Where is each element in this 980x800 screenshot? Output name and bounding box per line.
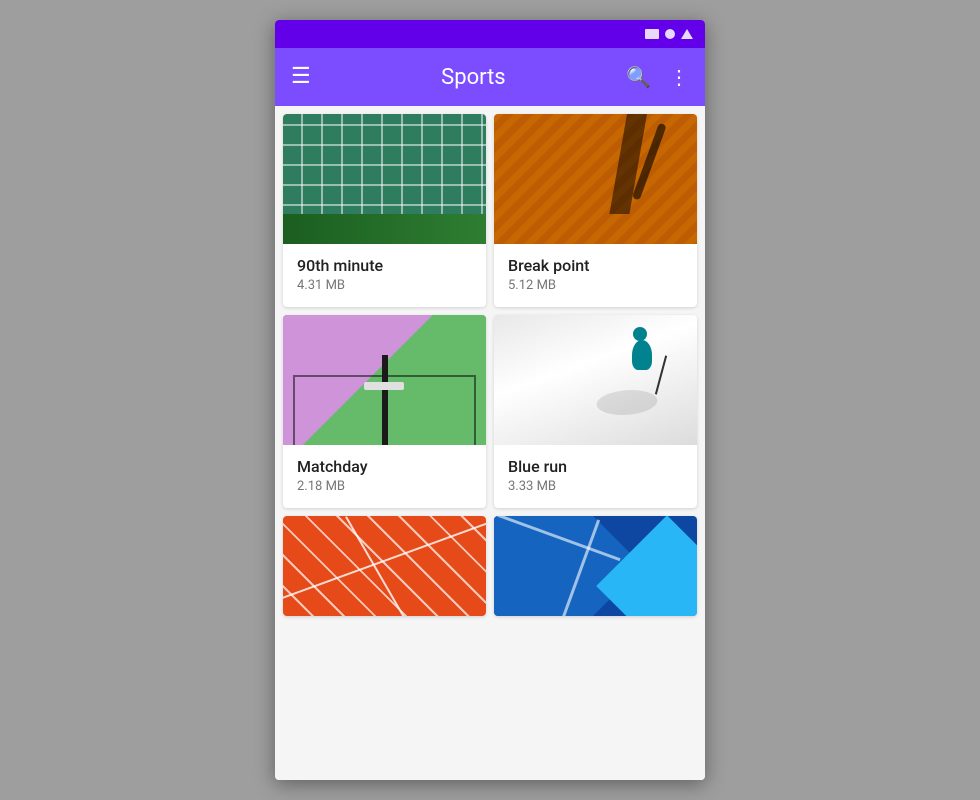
matchday-image (283, 315, 486, 445)
geo-image (494, 516, 697, 616)
wifi-icon (681, 29, 693, 39)
card-track-partial[interactable] (283, 516, 486, 616)
tennis-image (494, 114, 697, 244)
skiing-image (494, 315, 697, 445)
card-blue-run-body: Blue run 3.33 MB (494, 445, 697, 508)
menu-icon[interactable]: ☰ (291, 66, 311, 88)
card-break-point-title: Break point (508, 256, 683, 275)
cards-grid: 90th minute 4.31 MB Break point 5.12 MB (275, 106, 705, 624)
skier-head (633, 327, 647, 341)
card-90th-minute-image (283, 114, 486, 244)
card-matchday-size: 2.18 MB (297, 479, 472, 494)
track-lines (283, 516, 486, 616)
signal-icon (665, 29, 675, 39)
card-geo-partial[interactable] (494, 516, 697, 616)
card-break-point-size: 5.12 MB (508, 278, 683, 293)
card-blue-run[interactable]: Blue run 3.33 MB (494, 315, 697, 508)
skier-body (632, 340, 652, 370)
app-bar-actions: 🔍 ⋮ (626, 65, 689, 89)
card-break-point-image (494, 114, 697, 244)
track-image (283, 516, 486, 616)
court-pole (382, 355, 388, 445)
ski-slope (494, 315, 697, 445)
search-icon[interactable]: 🔍 (626, 65, 651, 89)
card-90th-minute-body: 90th minute 4.31 MB (283, 244, 486, 307)
card-matchday-title: Matchday (297, 457, 472, 476)
soccer-image (283, 114, 486, 244)
card-90th-minute-size: 4.31 MB (297, 278, 472, 293)
shadow-body (609, 114, 647, 214)
card-blue-run-image (494, 315, 697, 445)
content-area: 90th minute 4.31 MB Break point 5.12 MB (275, 106, 705, 780)
battery-icon (645, 29, 659, 39)
status-bar (275, 20, 705, 48)
card-90th-minute[interactable]: 90th minute 4.31 MB (283, 114, 486, 307)
card-break-point-body: Break point 5.12 MB (494, 244, 697, 307)
court-bench (364, 382, 404, 390)
app-title: Sports (341, 65, 606, 90)
card-break-point[interactable]: Break point 5.12 MB (494, 114, 697, 307)
card-matchday-body: Matchday 2.18 MB (283, 445, 486, 508)
more-options-icon[interactable]: ⋮ (669, 65, 689, 89)
card-blue-run-title: Blue run (508, 457, 683, 476)
app-bar: ☰ Sports 🔍 ⋮ (275, 48, 705, 106)
card-90th-minute-title: 90th minute (297, 256, 472, 275)
card-matchday-image (283, 315, 486, 445)
phone-frame: ☰ Sports 🔍 ⋮ 90th minute 4.31 MB (275, 20, 705, 780)
card-blue-run-size: 3.33 MB (508, 479, 683, 494)
card-matchday[interactable]: Matchday 2.18 MB (283, 315, 486, 508)
